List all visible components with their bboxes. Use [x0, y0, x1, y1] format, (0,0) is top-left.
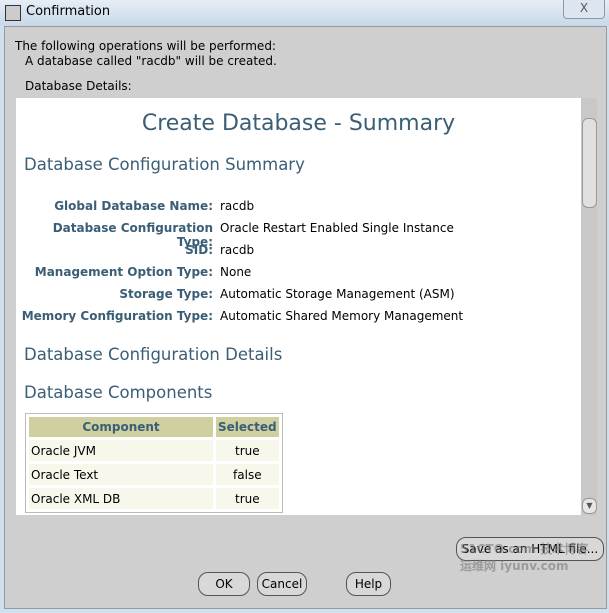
config-value: Oracle Restart Enabled Single Instance [220, 221, 454, 235]
section-components: Database Components [24, 383, 213, 402]
config-label: Global Database Name: [54, 199, 213, 213]
component-selected: true [216, 488, 279, 509]
component-selected: false [216, 464, 279, 485]
scroll-down-icon[interactable]: ▼ [582, 498, 597, 514]
config-label: SID: [185, 243, 213, 257]
close-button[interactable]: X [563, 0, 605, 19]
component-selected: true [216, 440, 279, 461]
vertical-scrollbar[interactable]: ▼ [581, 98, 597, 515]
config-value: Automatic Storage Management (ASM) [220, 287, 455, 301]
database-created-text: A database called "racdb" will be create… [25, 54, 277, 68]
config-label: Management Option Type: [34, 265, 213, 279]
component-name: Oracle JVM [29, 440, 213, 461]
ok-button[interactable]: OK [198, 572, 250, 596]
window-title: Confirmation [26, 4, 111, 19]
summary-panel: Create Database - Summary Database Confi… [16, 98, 581, 515]
help-button[interactable]: Help [346, 572, 391, 596]
title-bar: Confirmation X [0, 0, 609, 26]
scroll-thumb[interactable] [582, 118, 597, 208]
table-row: Oracle XML DB true [29, 488, 279, 509]
operations-text: The following operations will be perform… [15, 39, 276, 53]
table-row: Oracle JVM true [29, 440, 279, 461]
summary-title: Create Database - Summary [141, 111, 456, 136]
config-label: Storage Type: [119, 287, 213, 301]
components-table: Component Selected Oracle JVM true Oracle T… [25, 413, 283, 513]
config-value: racdb [220, 199, 255, 213]
config-value: None [220, 265, 252, 279]
section-config-details: Database Configuration Details [24, 345, 283, 364]
component-name: Oracle Text [29, 464, 213, 485]
config-value: Automatic Shared Memory Management [220, 309, 464, 323]
details-label: Database Details: [25, 79, 132, 93]
section-config-summary: Database Configuration Summary [24, 155, 305, 174]
config-value: racdb [220, 243, 255, 257]
component-name: Oracle XML DB [29, 488, 213, 509]
config-label: Memory Configuration Type: [21, 309, 213, 323]
watermark: 51CTO.com 技术博客 运维网 iyunv.com [460, 542, 589, 573]
cancel-button[interactable]: Cancel [257, 572, 307, 596]
column-header: Selected [216, 417, 279, 437]
confirmation-dialog: The following operations will be perform… [4, 26, 607, 609]
app-icon [5, 5, 21, 21]
table-row: Oracle Text false [29, 464, 279, 485]
column-header: Component [29, 417, 213, 437]
